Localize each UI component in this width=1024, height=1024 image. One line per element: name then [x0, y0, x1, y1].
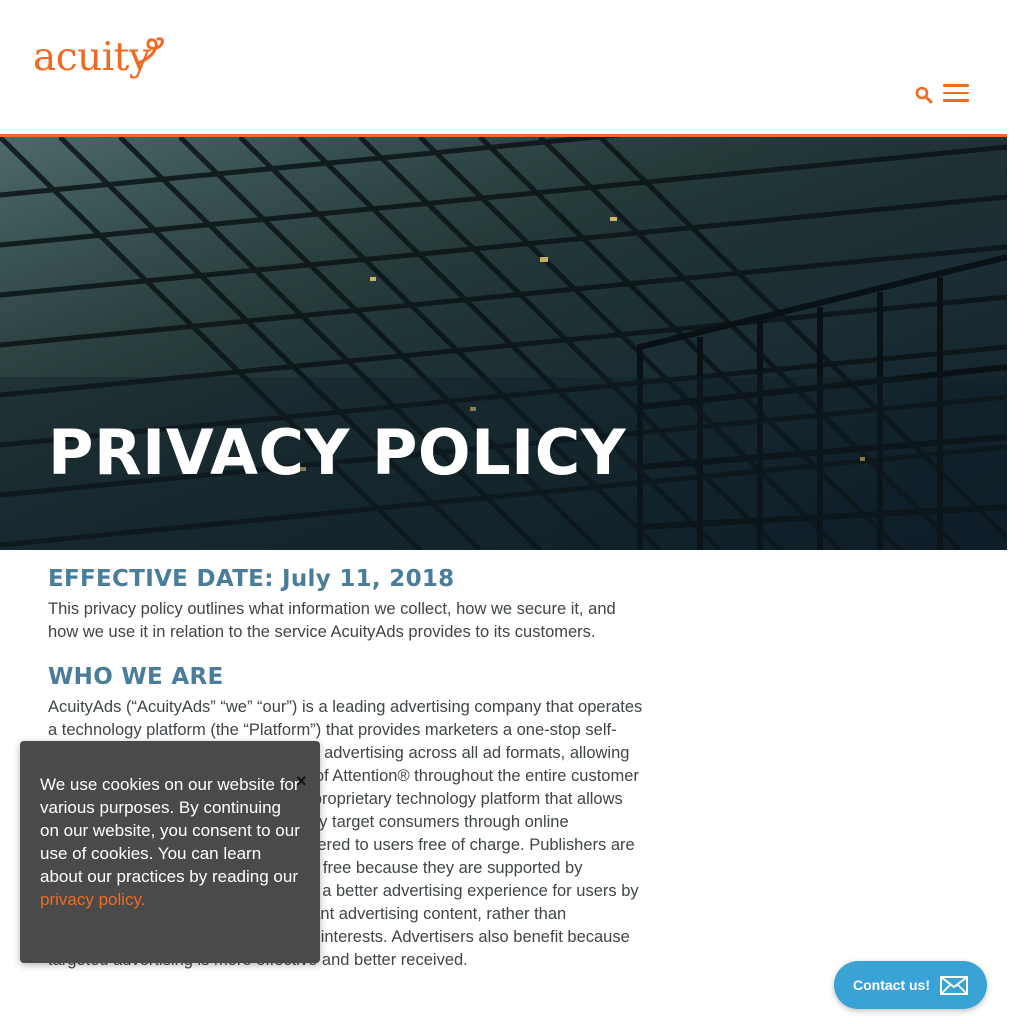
- acuity-logo[interactable]: acuity: [33, 38, 151, 77]
- close-icon[interactable]: ×: [296, 772, 307, 790]
- logo-swirl-icon: [136, 37, 164, 65]
- effective-date-heading: EFFECTIVE DATE: July 11, 2018: [48, 566, 455, 592]
- cookie-message: We use cookies on our website for variou…: [40, 773, 300, 911]
- contact-us-label: Contact us!: [853, 977, 930, 993]
- page-title: PRIVACY POLICY: [48, 416, 627, 489]
- cookie-banner: × We use cookies on our website for vari…: [20, 741, 320, 963]
- hamburger-menu-icon[interactable]: [943, 84, 969, 104]
- site-header: acuity: [0, 0, 1007, 134]
- cookie-message-text: We use cookies on our website for variou…: [40, 775, 300, 886]
- contact-us-button[interactable]: Contact us!: [834, 961, 987, 1009]
- who-we-are-heading: WHO WE ARE: [48, 664, 224, 690]
- intro-paragraph: This privacy policy outlines what inform…: [48, 600, 616, 641]
- search-button[interactable]: [914, 85, 934, 105]
- privacy-policy-link[interactable]: privacy policy.: [40, 890, 146, 909]
- search-icon: [915, 86, 933, 104]
- hero-banner: PRIVACY POLICY: [0, 137, 1007, 550]
- envelope-icon: [940, 976, 968, 995]
